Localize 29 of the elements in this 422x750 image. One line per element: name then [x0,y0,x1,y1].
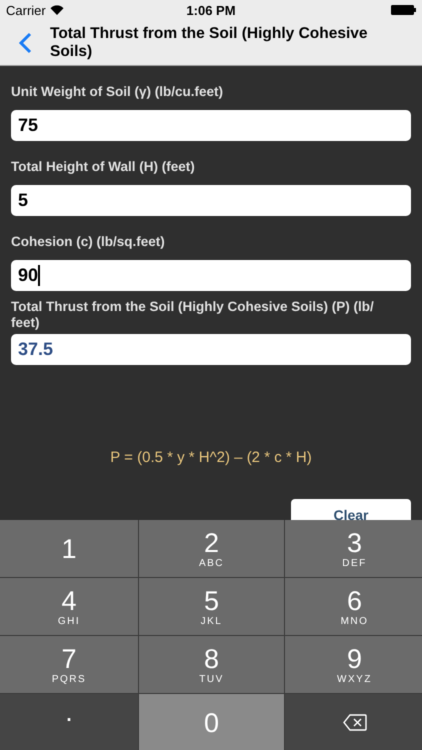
keypad-key[interactable]: 7 PQRS [0,636,138,693]
field-label: Total Height of Wall (H) (feet) [11,159,196,175]
carrier-label: Carrier [6,2,46,18]
keypad-key[interactable]: 6 MNO [285,578,422,635]
keypad-key[interactable]: 1 [0,520,138,577]
backspace-icon [342,714,366,731]
delete-key[interactable] [285,694,422,750]
keypad-key[interactable]: 9 WXYZ [285,636,422,693]
nav-title: Total Thrust from the Soil (Highly Cohesive Soils) [50,24,368,60]
formula-text: P = (0.5 * y * H^2) – (2 * c * H) [109,449,313,466]
input-field[interactable]: 5 [11,185,411,216]
keypad-key[interactable]: 3 DEF [285,520,422,577]
keypad-key[interactable]: 8 TUV [139,636,284,693]
status-time: 1:06 PM [186,2,236,18]
input-field[interactable]: 90 [11,260,411,291]
keypad-key[interactable]: 0 [139,694,284,750]
back-chevron-icon [18,32,32,54]
decimal-key[interactable]: . [0,694,138,750]
keypad-key[interactable]: 2 ABC [139,520,284,577]
battery-icon [391,5,416,15]
clear-button[interactable]: Clear [291,499,411,520]
input-field[interactable]: 75 [11,110,411,141]
field-label: Total Thrust from the Soil (Highly Cohesive Soils) (P) (lb/ feet) [11,299,375,331]
field-label: Unit Weight of Soil (γ) (lb/cu.feet) [11,84,224,100]
keypad-key[interactable]: 4 GHI [0,578,138,635]
wifi-icon [50,5,64,15]
result-field[interactable]: 37.5 [11,334,411,365]
field-label: Cohesion (c) (lb/sq.feet) [11,234,166,250]
keypad-key[interactable]: 5 JKL [139,578,284,635]
